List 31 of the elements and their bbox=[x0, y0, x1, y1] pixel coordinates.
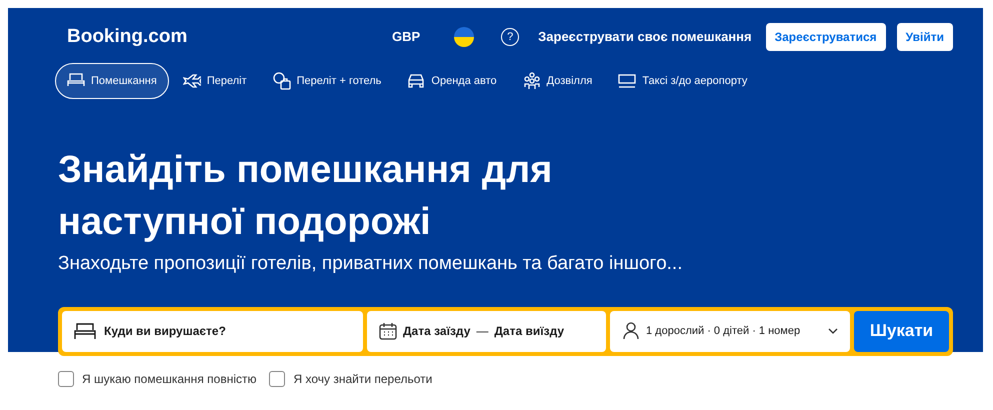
hero-title: Знайдіть помешкання для наступної подорожі bbox=[58, 148, 554, 245]
chevron-down-icon bbox=[828, 328, 838, 334]
list-property-link[interactable]: Зареєструвати своє помешкання bbox=[538, 27, 752, 47]
plane-icon bbox=[182, 72, 201, 90]
car-icon bbox=[407, 72, 426, 90]
bed-icon bbox=[74, 322, 96, 340]
nav-tab[interactable]: Дозвілля bbox=[510, 63, 604, 99]
flag-icon[interactable] bbox=[454, 27, 474, 47]
attractions-icon bbox=[522, 72, 541, 90]
dates-field[interactable]: Дата заїзду — Дата виїзду bbox=[367, 310, 606, 352]
destination-input[interactable]: Куди ви вирушаєте? bbox=[104, 322, 351, 340]
checkbox[interactable] bbox=[58, 370, 74, 386]
sign-in-button[interactable]: Увійти bbox=[896, 23, 953, 51]
nav-tab[interactable]: Таксі з/до аеропорту bbox=[606, 63, 760, 99]
hero-subtitle: Знаходьте пропозиції готелів, приватних помешкань та багато іншого... bbox=[58, 252, 684, 276]
destination-field[interactable]: Куди ви вирушаєте? bbox=[62, 310, 363, 352]
checkbox-label: Я шукаю помешкання повністю bbox=[82, 370, 256, 388]
nav-tab[interactable]: Переліт bbox=[170, 63, 259, 99]
checkbox-label: Я хочу знайти перельоти bbox=[293, 370, 432, 388]
register-button[interactable]: Зареєструватися bbox=[766, 23, 886, 51]
logo[interactable]: Booking.com bbox=[67, 22, 188, 52]
nav-tab[interactable]: Оренда авто bbox=[395, 63, 509, 99]
help-button[interactable]: ? bbox=[501, 28, 520, 46]
person-icon bbox=[622, 322, 640, 340]
nav-tab[interactable]: Помешкання bbox=[55, 63, 169, 99]
search-button[interactable]: Шукати bbox=[854, 310, 949, 352]
checkbox[interactable] bbox=[269, 370, 286, 386]
calendar-icon bbox=[379, 322, 397, 340]
nav-tab[interactable]: Переліт + готель bbox=[260, 63, 394, 99]
currency-selector[interactable]: GBP bbox=[392, 27, 420, 47]
guests-field[interactable]: 1 дорослий · 0 дітей · 1 номер bbox=[610, 310, 850, 352]
